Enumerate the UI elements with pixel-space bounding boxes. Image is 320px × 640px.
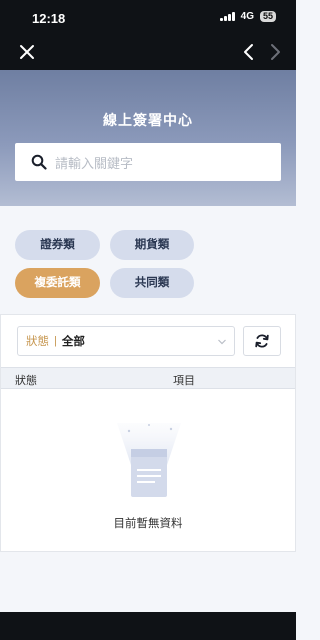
chevron-left-icon[interactable] [240, 43, 258, 61]
category-chip-sub-brokerage[interactable]: 複委託類 [15, 268, 100, 298]
chevron-down-icon [218, 339, 226, 345]
table-header: 狀態 項目 [1, 367, 295, 389]
hero-banner: 線上簽署中心 請輸入關鍵字 [0, 70, 296, 206]
filter-separator: | [54, 335, 57, 347]
search-icon [31, 154, 47, 170]
document-list-card: 狀態 | 全部 狀態 項目 目前暫無資料 [0, 314, 296, 552]
search-placeholder: 請輸入關鍵字 [55, 155, 134, 171]
category-filter: 證券類 期貨類 複委託類 共同類 [0, 206, 296, 314]
battery-icon: 55 [259, 11, 276, 22]
status-bar: 12:18 4G 55 [0, 0, 296, 34]
filter-label: 狀態 [26, 336, 49, 348]
chevron-right-icon[interactable] [266, 43, 284, 61]
category-chip-futures[interactable]: 期貨類 [110, 230, 194, 260]
page-title: 線上簽署中心 [103, 112, 193, 128]
refresh-button[interactable] [243, 326, 281, 356]
empty-state-message: 目前暫無資料 [113, 518, 183, 530]
close-icon[interactable] [18, 43, 36, 61]
filter-value: 全部 [61, 336, 85, 348]
bottom-bar [0, 612, 296, 640]
category-chip-securities[interactable]: 證券類 [15, 230, 100, 260]
nav-bar [0, 34, 296, 70]
column-header-item: 項目 [173, 375, 195, 387]
search-input[interactable]: 請輸入關鍵字 [15, 143, 281, 181]
status-filter-select[interactable]: 狀態 | 全部 [17, 326, 235, 356]
network-type: 4G [240, 11, 254, 22]
status-time: 12:18 [32, 11, 66, 26]
signal-icon [220, 12, 235, 21]
category-chip-common[interactable]: 共同類 [110, 268, 194, 298]
status-indicators: 4G 55 [220, 11, 276, 22]
refresh-icon [255, 334, 269, 348]
column-header-status: 狀態 [15, 375, 37, 387]
empty-document-icon [117, 423, 181, 497]
